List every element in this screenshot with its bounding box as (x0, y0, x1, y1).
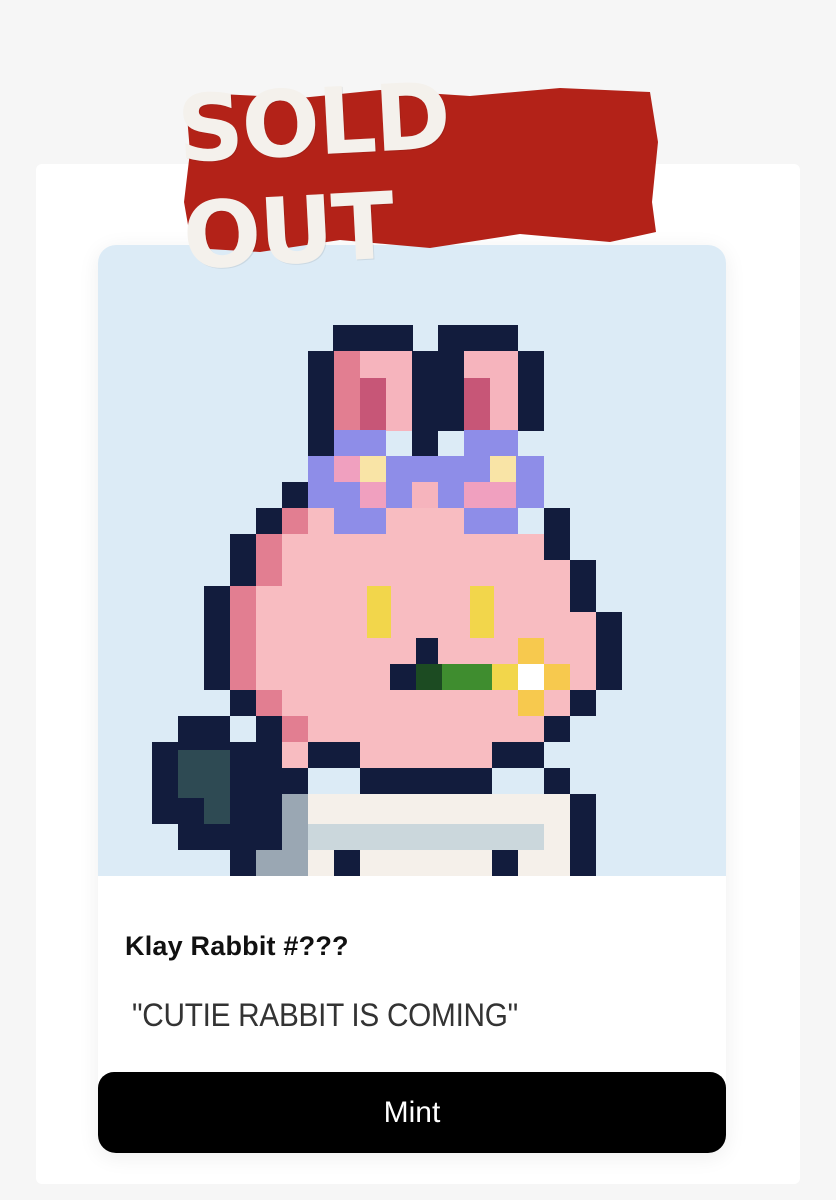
sold-out-text: SOLD OUT (174, 62, 452, 291)
nft-title: Klay Rabbit #??? (125, 931, 349, 961)
mint-button[interactable]: Mint (98, 1072, 726, 1153)
sold-out-stamp: SOLD OUT (175, 62, 660, 290)
nft-artwork (98, 245, 726, 876)
page: Klay Rabbit #??? "CUTIE RABBIT IS COMING… (0, 0, 836, 1200)
nft-tagline: "CUTIE RABBIT IS COMING" (132, 997, 518, 1033)
nft-card: Klay Rabbit #??? "CUTIE RABBIT IS COMING… (98, 245, 726, 1153)
pixel-rabbit-image (98, 245, 726, 876)
